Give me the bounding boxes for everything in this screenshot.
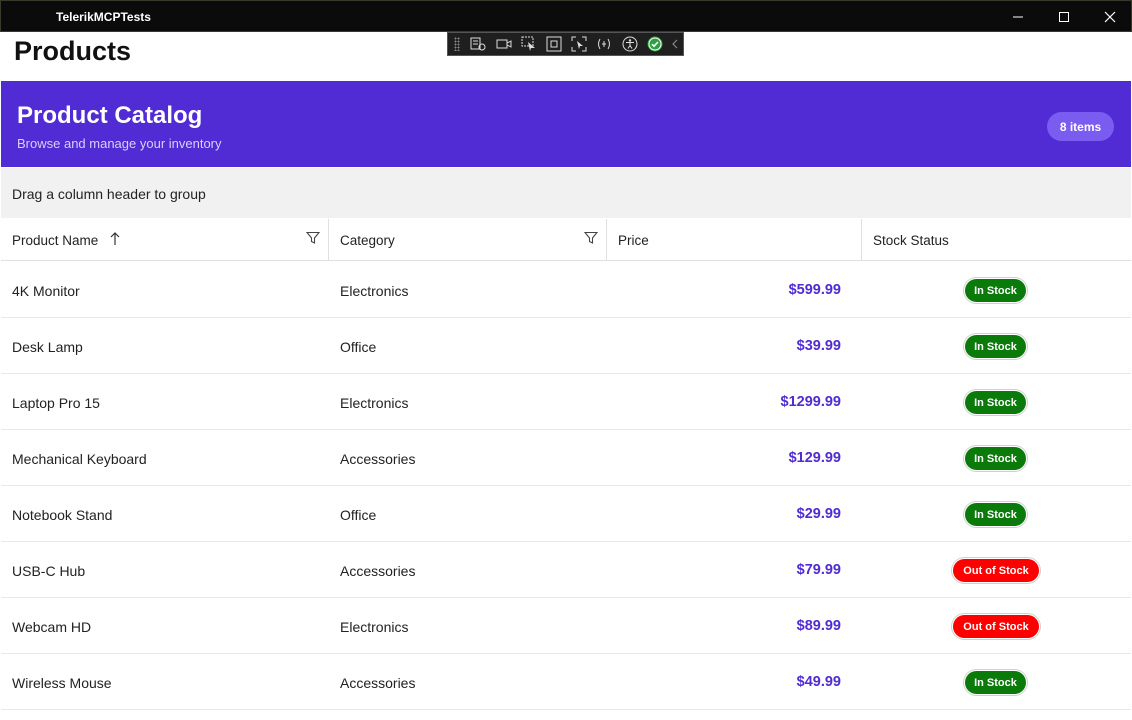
binding-failures-icon[interactable] [592,33,617,55]
product-name-cell: Webcam HD [12,619,92,635]
table-row[interactable]: USB-C Hub Accessories $79.99 Out of Stoc… [1,542,1131,598]
price-cell: $599.99 [788,282,841,298]
arrow-up-icon [110,232,120,245]
status-badge: In Stock [964,670,1027,695]
page-title: Products [14,36,132,66]
product-name-cell: Notebook Stand [12,507,113,523]
status-badge: In Stock [964,446,1027,471]
track-focus-icon[interactable] [567,33,592,55]
window-titlebar: TelerikMCPTests [0,0,1132,32]
column-header-label: Price [618,233,649,248]
table-row[interactable]: Wireless Mouse Accessories $49.99 In Sto… [1,654,1131,710]
debug-toolbar [447,32,684,56]
catalog-banner: Product Catalog Browse and manage your i… [1,81,1131,167]
close-button[interactable] [1087,1,1132,33]
select-element-icon[interactable] [516,33,541,55]
live-visual-tree-icon[interactable] [466,33,491,55]
category-cell: Accessories [340,563,416,579]
column-header-price[interactable]: Price [607,219,862,261]
grid-header: Product Name Category Price Stock Status [1,219,1131,261]
product-name-cell: Wireless Mouse [12,675,112,691]
product-name-cell: USB-C Hub [12,563,86,579]
collapse-icon[interactable] [667,33,683,55]
category-cell: Office [340,339,377,355]
table-row[interactable]: Laptop Pro 15 Electronics $1299.99 In St… [1,374,1131,430]
minimize-icon [1013,16,1023,18]
product-name-cell: Laptop Pro 15 [12,395,100,411]
category-cell: Accessories [340,451,416,467]
price-cell: $49.99 [796,674,841,690]
status-badge: Out of Stock [952,558,1040,583]
filter-icon[interactable] [584,231,598,245]
column-header-category[interactable]: Category [329,219,607,261]
category-cell: Accessories [340,675,416,691]
table-row[interactable]: Webcam HD Electronics $89.99 Out of Stoc… [1,598,1131,654]
close-icon [1104,11,1116,23]
price-cell: $89.99 [796,618,841,634]
record-icon[interactable] [491,33,516,55]
status-badge: In Stock [964,502,1027,527]
group-panel[interactable]: Drag a column header to group [1,168,1131,218]
display-layout-adorners-icon[interactable] [541,33,566,55]
category-cell: Electronics [340,395,409,411]
table-row[interactable]: Mechanical Keyboard Accessories $129.99 … [1,430,1131,486]
product-name-cell: 4K Monitor [12,283,80,299]
column-header-stock-status[interactable]: Stock Status [862,219,1131,261]
table-row[interactable]: Notebook Stand Office $29.99 In Stock [1,486,1131,542]
check-icon[interactable] [642,33,667,55]
price-cell: $39.99 [796,338,841,354]
product-name-cell: Desk Lamp [12,339,83,355]
column-header-label: Category [340,233,395,248]
price-cell: $29.99 [796,506,841,522]
column-header-label: Product Name [12,233,99,248]
group-panel-hint: Drag a column header to group [12,186,206,202]
accessibility-icon[interactable] [617,33,642,55]
price-cell: $129.99 [788,450,841,466]
minimize-button[interactable] [995,1,1041,33]
price-cell: $79.99 [796,562,841,578]
status-badge: Out of Stock [952,614,1040,639]
maximize-button[interactable] [1041,1,1087,33]
column-header-product-name[interactable]: Product Name [1,219,329,261]
category-cell: Electronics [340,619,409,635]
status-badge: In Stock [964,278,1027,303]
status-badge: In Stock [964,334,1027,359]
catalog-subtitle: Browse and manage your inventory [17,136,222,151]
price-cell: $1299.99 [780,394,841,410]
window-title: TelerikMCPTests [56,10,151,24]
column-header-label: Stock Status [873,233,949,248]
grid-body: 4K Monitor Electronics $599.99 In Stock … [1,262,1131,710]
table-row[interactable]: 4K Monitor Electronics $599.99 In Stock [1,262,1131,318]
status-badge: In Stock [964,390,1027,415]
filter-icon[interactable] [306,231,320,245]
product-name-cell: Mechanical Keyboard [12,451,147,467]
table-row[interactable]: Desk Lamp Office $39.99 In Stock [1,318,1131,374]
category-cell: Office [340,507,377,523]
toolbar-grip[interactable] [454,37,460,51]
catalog-title: Product Catalog [17,102,203,129]
maximize-icon [1059,12,1069,22]
item-count-badge: 8 items [1047,112,1114,141]
category-cell: Electronics [340,283,409,299]
